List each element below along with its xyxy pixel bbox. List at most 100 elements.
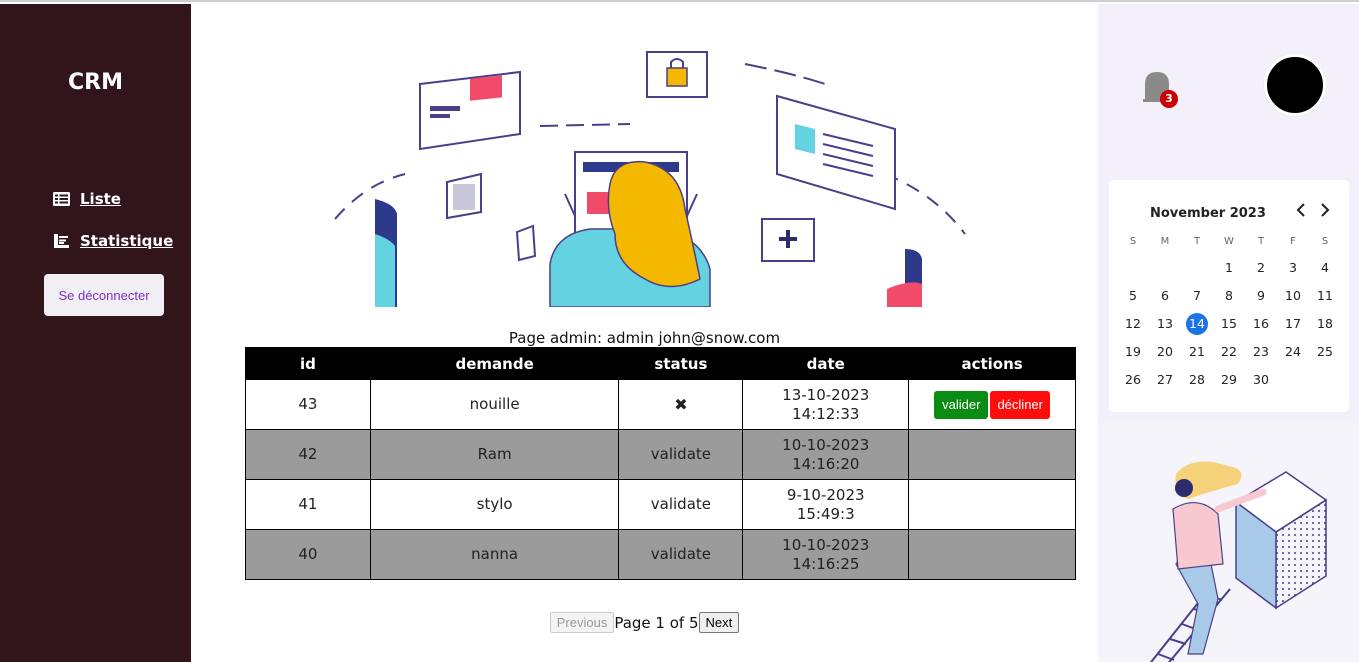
calendar-day[interactable]: 18 [1309,310,1341,338]
calendar-day-today[interactable]: 14 [1181,310,1213,338]
calendar-weekday: W [1224,236,1234,247]
calendar-weekday: T [1193,236,1201,247]
nav-item-label: Liste [80,190,121,208]
cell-id: 43 [245,379,371,430]
calendar-prev-button[interactable] [1292,202,1310,221]
calendar-day[interactable]: 3 [1277,254,1309,282]
cell-status: validate [618,429,744,480]
calendar: November 2023 S M T W T F S 1 2 3 4 5 6 7 8 9 10 11 12 13 14… [1109,180,1349,412]
table-row: 40 nanna validate 10-10-2023 14:16:25 [245,529,1076,580]
cell-actions [908,529,1076,580]
calendar-day[interactable]: 15 [1213,310,1245,338]
chevron-left-icon [1296,203,1305,217]
cell-id: 40 [245,529,371,580]
cell-id: 42 [245,429,371,480]
table-row: 42 Ram validate 10-10-2023 14:16:20 [245,429,1076,480]
calendar-weekday: T [1257,236,1265,247]
calendar-day[interactable]: 7 [1181,282,1213,310]
calendar-day[interactable]: 8 [1213,282,1245,310]
cell-status: ✖ [618,379,744,430]
cell-status: validate [618,479,744,530]
previous-page-button[interactable]: Previous [549,612,615,633]
calendar-day[interactable]: 24 [1277,338,1309,366]
calendar-day[interactable]: 5 [1117,282,1149,310]
decline-button[interactable]: décliner [990,390,1050,419]
climbing-person-illustration [1149,461,1328,662]
list-icon [53,192,70,206]
cell-date: 10-10-2023 14:16:20 [742,429,910,480]
cell-demande: nanna [369,529,620,580]
chart-icon [53,233,70,249]
calendar-day[interactable]: 6 [1149,282,1181,310]
calendar-day[interactable]: 4 [1309,254,1341,282]
calendar-day[interactable]: 16 [1245,310,1277,338]
calendar-empty-cell [1149,254,1181,282]
column-header-demande: demande [369,347,620,380]
calendar-day[interactable]: 20 [1149,338,1181,366]
calendar-day[interactable]: 13 [1149,310,1181,338]
calendar-weekday: M [1160,236,1170,247]
calendar-day[interactable]: 21 [1181,338,1213,366]
cell-demande: stylo [369,479,620,530]
hero-illustration [334,51,966,307]
cell-status: validate [618,529,744,580]
cell-date-time: 14:16:25 [792,554,860,573]
column-header-id: id [245,347,371,380]
app-logo: CRM [68,70,123,95]
calendar-day[interactable]: 1 [1213,254,1245,282]
cell-date: 10-10-2023 14:16:25 [742,529,910,580]
calendar-next-button[interactable] [1316,202,1334,221]
table-header-row: id demande status date actions [245,347,1076,380]
notification-badge: 3 [1160,90,1178,108]
calendar-day[interactable]: 10 [1277,282,1309,310]
page-indicator: Page 1 of 5 [614,613,699,632]
calendar-day[interactable]: 17 [1277,310,1309,338]
calendar-empty-cell [1181,254,1213,282]
calendar-day[interactable]: 19 [1117,338,1149,366]
calendar-empty-cell [1117,254,1149,282]
calendar-weekday: S [1321,236,1329,247]
cell-date-day: 9-10-2023 [786,485,865,504]
pagination: Previous Page 1 of 5 Next [191,612,1098,633]
calendar-day[interactable]: 26 [1117,366,1149,394]
table-row: 43 nouille ✖ 13-10-2023 14:12:33 valider… [245,379,1076,430]
calendar-day[interactable]: 28 [1181,366,1213,394]
calendar-day[interactable]: 27 [1149,366,1181,394]
cell-actions: valider décliner [908,379,1076,430]
validate-button[interactable]: valider [934,390,989,419]
calendar-day[interactable]: 12 [1117,310,1149,338]
calendar-day[interactable]: 30 [1245,366,1277,394]
next-page-button[interactable]: Next [698,612,740,633]
cell-demande: Ram [369,429,620,480]
nav-item-statistique[interactable]: Statistique [53,232,173,250]
calendar-day[interactable]: 22 [1213,338,1245,366]
calendar-grid: S M T W T F S 1 2 3 4 5 6 7 8 9 10 11 12 13 14 15 16 17 18 19 20 21… [1117,230,1341,394]
nav-item-label: Statistique [80,232,174,250]
calendar-day[interactable]: 25 [1309,338,1341,366]
nav-item-liste[interactable]: Liste [53,190,121,208]
cell-date: 9-10-2023 15:49:3 [742,479,910,530]
requests-table: id demande status date actions 43 nouill… [245,347,1076,580]
calendar-day[interactable]: 23 [1245,338,1277,366]
logout-button[interactable]: Se déconnecter [44,274,164,316]
table-row: 41 stylo validate 9-10-2023 15:49:3 [245,479,1076,530]
cell-date-time: 15:49:3 [796,504,855,523]
calendar-weekday: S [1129,236,1137,247]
cell-actions [908,479,1076,530]
sidebar: CRM Liste Statistique Se déconnecter [0,4,191,662]
cell-actions [908,429,1076,480]
calendar-weekday: F [1290,236,1296,247]
cell-date-day: 13-10-2023 [782,385,870,404]
cell-date-time: 14:16:20 [792,454,860,473]
column-header-date: date [742,347,910,380]
calendar-day[interactable]: 11 [1309,282,1341,310]
calendar-day[interactable]: 2 [1245,254,1277,282]
cell-date-time: 14:12:33 [792,404,860,423]
calendar-day[interactable]: 29 [1213,366,1245,394]
avatar[interactable] [1264,54,1326,116]
main-content: Page admin: admin john@snow.com id deman… [191,4,1098,662]
calendar-day[interactable]: 9 [1245,282,1277,310]
column-header-status: status [618,347,744,380]
chevron-right-icon [1321,203,1330,217]
cell-date-day: 10-10-2023 [782,435,870,454]
